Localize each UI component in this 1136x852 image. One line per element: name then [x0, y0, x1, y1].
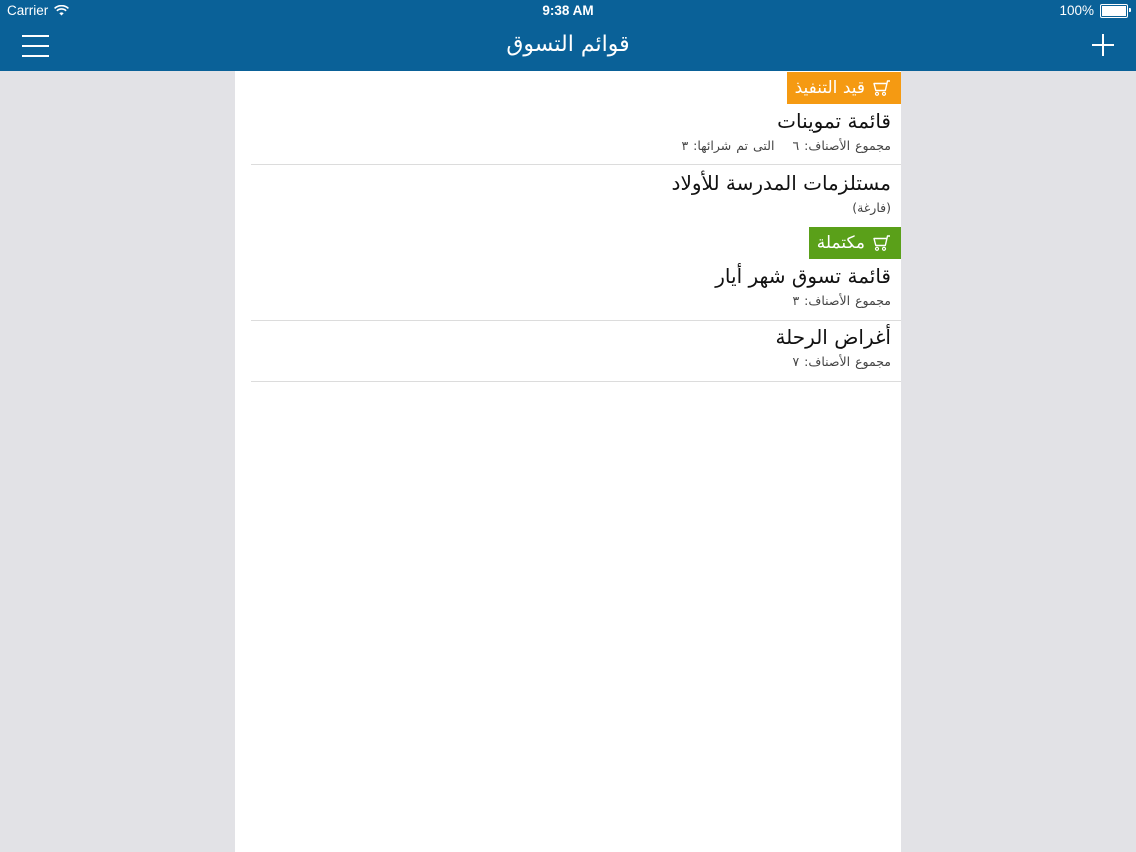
items-bought: التى تم شرائها: ٣: [681, 138, 775, 153]
cart-icon: [873, 235, 890, 251]
plus-icon[interactable]: [1092, 34, 1114, 56]
list-title: قائمة تسوق شهر أيار: [715, 264, 891, 288]
page-title: قوائم التسوق: [506, 32, 630, 57]
section-label: مكتملة: [816, 233, 865, 253]
items-total: مجموع الأصناف: ٦: [792, 138, 891, 153]
list-item[interactable]: قائمة تموينات مجموع الأصناف: ٦ التى تم شر…: [251, 107, 891, 155]
list-title: أغراض الرحلة: [775, 325, 891, 349]
row-divider: [251, 381, 901, 382]
row-divider: [251, 320, 901, 321]
row-divider: [251, 164, 901, 165]
section-badge-completed: مكتملة: [808, 227, 901, 259]
battery-indicator: 100%: [1059, 3, 1131, 18]
battery-icon: [1100, 3, 1131, 18]
list-summary: (فارغة): [852, 200, 891, 215]
battery-percentage: 100%: [1059, 3, 1094, 18]
list-item[interactable]: قائمة تسوق شهر أيار مجموع الأصناف: ٣: [251, 262, 891, 310]
list-summary: مجموع الأصناف: ٣: [792, 293, 891, 308]
list-item[interactable]: أغراض الرحلة مجموع الأصناف: ٧: [251, 323, 891, 371]
status-bar: Carrier 9:38 AM 100%: [0, 0, 1136, 22]
navigation-bar: Carrier 9:38 AM 100% قوائم التسوق: [0, 0, 1136, 71]
list-summary: مجموع الأصناف: ٦ التى تم شرائها: ٣: [251, 137, 891, 155]
shopping-lists-panel: قيد التنفيذ قائمة تموينات مجموع الأصناف:…: [235, 71, 901, 852]
list-item[interactable]: مستلزمات المدرسة للأولاد (فارغة): [251, 169, 891, 217]
cart-icon: [873, 80, 890, 96]
status-time: 9:38 AM: [542, 3, 594, 18]
section-label: قيد التنفيذ: [794, 78, 865, 98]
list-summary: مجموع الأصناف: ٧: [792, 354, 891, 369]
list-title: مستلزمات المدرسة للأولاد: [671, 171, 891, 195]
list-title: قائمة تموينات: [777, 109, 891, 133]
section-badge-in-progress: قيد التنفيذ: [786, 72, 901, 104]
